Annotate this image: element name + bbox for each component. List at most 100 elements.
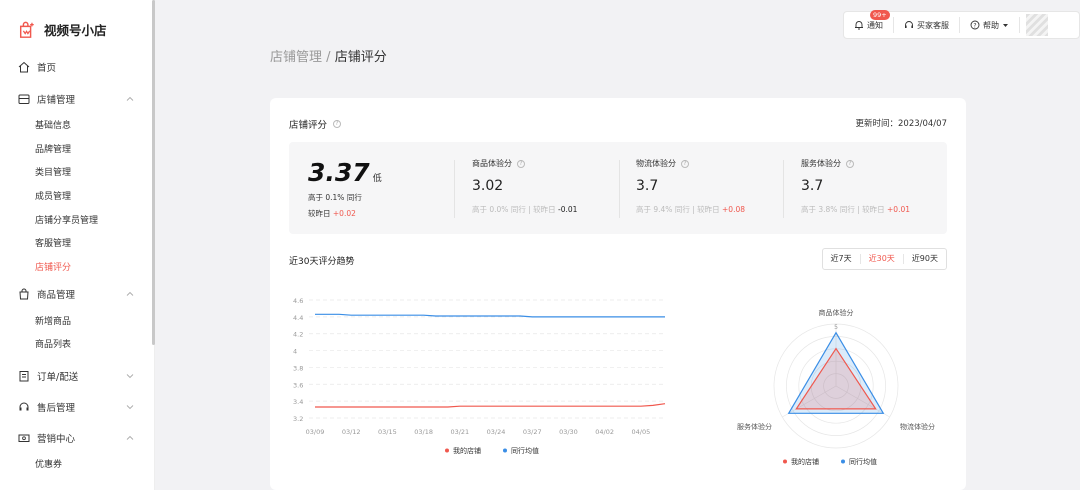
question-icon[interactable]: ?	[846, 159, 854, 168]
legend-label: 我的店铺	[453, 446, 481, 455]
question-icon[interactable]: ?	[681, 159, 689, 168]
y-tick-label: 3.2	[293, 415, 303, 423]
sidebar-item-label: 营销中心	[37, 434, 76, 445]
help-dropdown[interactable]: ? 帮助	[960, 17, 1020, 33]
y-tick-label: 3.8	[293, 364, 303, 372]
y-tick-label: 4.6	[293, 297, 303, 305]
x-tick-label: 03/27	[523, 428, 542, 436]
legend-marker	[503, 448, 507, 453]
store-rating-card: 店铺评分 ? 更新时间：2023/04/07 3.37 低 高于 0.1% 同行 …	[270, 98, 966, 490]
sidebar-sub-category[interactable]: 类目管理	[35, 165, 71, 181]
sub-score-value: 3.7	[801, 178, 824, 194]
service-experience-score: 服务体验分? 3.7 高于 3.8% 同行 | 较昨日 +0.01	[801, 159, 910, 214]
sub-score-percentile: 高于 0.0% 同行	[472, 205, 526, 214]
score-trend-line-chart: 4.6 4.4 4.2 4 3.8 3.6 3.4 3.203/09 03/12 03/15 03/…	[293, 297, 666, 455]
breadcrumb-current: 店铺评分	[334, 50, 387, 65]
sidebar-item-after-sales[interactable]: 售后管理	[18, 397, 134, 417]
sidebar-item-label: 订单/配送	[37, 372, 79, 383]
x-tick-label: 03/15	[378, 428, 397, 436]
y-tick-label: 4	[293, 348, 297, 356]
breadcrumb-parent[interactable]: 店铺管理	[270, 50, 322, 65]
divider	[783, 160, 784, 218]
headset-icon	[19, 402, 29, 411]
chevron-up-icon	[126, 291, 134, 296]
bell-icon	[855, 21, 863, 30]
app-logo[interactable]: 视频号小店	[18, 20, 107, 39]
sub-score-label: 服务体验分	[801, 159, 841, 168]
trend-title: 近30天评分趋势	[289, 257, 355, 267]
x-tick-label: 03/30	[559, 428, 578, 436]
x-tick-label: 04/02	[595, 428, 614, 436]
chevron-up-icon	[126, 96, 134, 101]
legend-label: 同行均值	[511, 446, 539, 455]
tab-90-days[interactable]: 近90天	[904, 254, 946, 264]
sidebar-sub-store-rating[interactable]: 店铺评分	[35, 260, 71, 276]
sidebar-sub-brand[interactable]: 品牌管理	[35, 142, 71, 158]
caret-down-icon	[1003, 23, 1008, 27]
sidebar-item-marketing[interactable]: 营销中心	[18, 428, 134, 448]
legend-marker	[445, 448, 449, 453]
overall-score-value: 3.37	[308, 158, 370, 187]
score-panel: 3.37 低 高于 0.1% 同行 较昨日 +0.02 商品体验分? 3.02 高…	[289, 142, 947, 234]
sub-score-label: 商品体验分	[472, 159, 512, 168]
sub-score-percentile: 高于 9.4% 同行	[636, 205, 690, 214]
sub-score-compare: 较昨日	[533, 205, 556, 214]
y-tick-label: 3.6	[293, 381, 303, 389]
overall-delta-value: +0.02	[332, 209, 356, 218]
question-icon[interactable]: ?	[333, 120, 342, 128]
sidebar-sub-members[interactable]: 成员管理	[35, 189, 71, 205]
notification-button[interactable]: 通知 99+	[844, 10, 894, 33]
sidebar-sub-sharers[interactable]: 店铺分享员管理	[35, 213, 98, 229]
sub-score-delta: +0.01	[887, 205, 910, 214]
logistics-experience-score: 物流体验分? 3.7 高于 9.4% 同行 | 较昨日 +0.08	[636, 159, 745, 214]
avatar[interactable]	[1026, 14, 1048, 36]
chevron-down-icon	[126, 374, 134, 379]
sidebar-scrollbar[interactable]	[152, 0, 155, 345]
x-tick-label: 03/21	[450, 428, 469, 436]
series-line	[315, 403, 666, 408]
sub-score-value: 3.02	[472, 178, 504, 194]
sidebar-item-label: 售后管理	[37, 403, 76, 414]
sidebar-sub-basic-info[interactable]: 基础信息	[35, 118, 71, 134]
overall-percentile: 高于 0.1% 同行	[308, 193, 362, 202]
sidebar: 视频号小店 首页 店铺管理 基础信息 品牌管理 类目管理 成员管理 店铺分享员管…	[0, 0, 155, 490]
radar-max-label: 5	[834, 324, 838, 331]
legend-label: 同行均值	[849, 457, 877, 466]
shop-bag-logo-icon	[19, 21, 34, 38]
sub-score-delta: +0.08	[722, 205, 745, 214]
card-title: 店铺评分 ?	[289, 117, 342, 131]
sidebar-sub-new-product[interactable]: 新增商品	[35, 314, 71, 330]
legend-marker	[841, 459, 845, 464]
tab-30-days[interactable]: 近30天	[861, 254, 904, 264]
radar-axis-label: 商品体验分	[819, 308, 854, 317]
x-tick-label: 03/18	[414, 428, 433, 436]
top-toolbar: 通知 99+ 买家客服 ? 帮助	[843, 10, 1080, 39]
sidebar-item-store[interactable]: 店铺管理	[18, 89, 134, 109]
y-tick-label: 3.4	[293, 398, 303, 406]
sidebar-sub-customer-service[interactable]: 客服管理	[35, 236, 71, 252]
sidebar-item-label: 商品管理	[37, 290, 76, 301]
help-icon: ?	[970, 20, 980, 30]
bag-icon	[19, 288, 29, 300]
sidebar-item-label: 首页	[37, 63, 57, 74]
divider	[454, 160, 455, 218]
tab-7-days[interactable]: 近7天	[823, 254, 861, 264]
sub-score-compare: 较昨日	[862, 205, 885, 214]
coupon-icon	[18, 434, 30, 442]
sidebar-item-products[interactable]: 商品管理	[18, 284, 134, 304]
help-label: 帮助	[983, 20, 999, 30]
sidebar-sub-coupon[interactable]: 优惠券	[35, 457, 62, 473]
radar-axis-label: 服务体验分	[737, 422, 772, 431]
legend-marker	[783, 459, 787, 464]
sidebar-item-home[interactable]: 首页	[18, 57, 134, 77]
notification-label: 通知	[867, 20, 883, 30]
store-icon	[18, 94, 30, 104]
sidebar-item-orders[interactable]: 订单/配送	[18, 366, 134, 386]
buyer-service-button[interactable]: 买家客服	[894, 17, 960, 33]
divider	[619, 160, 620, 218]
sidebar-sub-product-list[interactable]: 商品列表	[35, 337, 71, 353]
score-radar-chart: 5 商品体验分物流体验分 服务体验分我的店铺 同行均值	[737, 308, 935, 466]
question-icon[interactable]: ?	[517, 159, 525, 168]
range-tabs: 近7天 近30天 近90天	[821, 248, 947, 270]
x-tick-label: 04/05	[631, 428, 650, 436]
